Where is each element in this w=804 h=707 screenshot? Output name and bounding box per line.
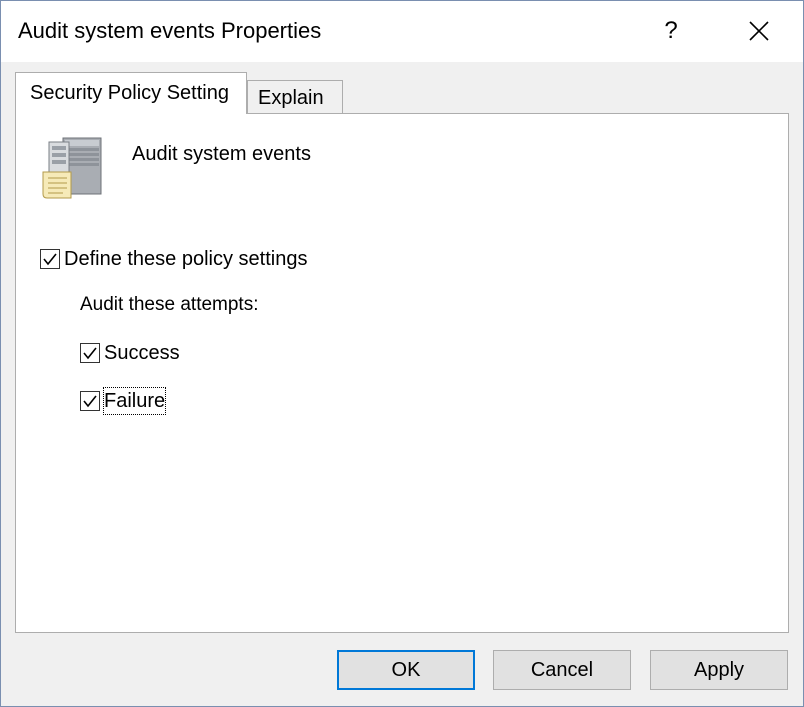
define-policy-label: Define these policy settings [64,248,308,270]
define-policy-checkbox[interactable] [40,249,60,269]
tab-security-policy-setting[interactable]: Security Policy Setting [15,72,247,114]
apply-button[interactable]: Apply [650,650,788,690]
define-policy-checkbox-row[interactable]: Define these policy settings [40,246,307,272]
properties-dialog: Audit system events Properties ? Securit… [0,0,804,707]
checkmark-icon [43,253,57,266]
window-title: Audit system events Properties [18,18,322,43]
policy-name: Audit system events [132,143,311,165]
close-button[interactable] [735,9,783,53]
failure-checkbox-row[interactable]: Failure [80,387,167,415]
server-policy-icon [42,137,102,199]
failure-label: Failure [102,387,167,415]
help-button[interactable]: ? [647,9,695,53]
cancel-button[interactable]: Cancel [493,650,631,690]
checkmark-icon [83,347,97,360]
ok-button[interactable]: OK [337,650,475,690]
help-icon: ? [664,17,678,44]
tab-explain[interactable]: Explain [247,80,343,114]
title-bar: Audit system events Properties ? [1,1,803,62]
tab-panel: Audit system events Define these policy … [15,113,789,633]
checkmark-icon [83,395,97,408]
close-icon [749,21,769,41]
success-checkbox[interactable] [80,343,100,363]
success-label: Success [104,342,180,364]
success-checkbox-row[interactable]: Success [80,340,180,366]
failure-checkbox[interactable] [80,391,100,411]
audit-attempts-label: Audit these attempts: [80,294,259,315]
